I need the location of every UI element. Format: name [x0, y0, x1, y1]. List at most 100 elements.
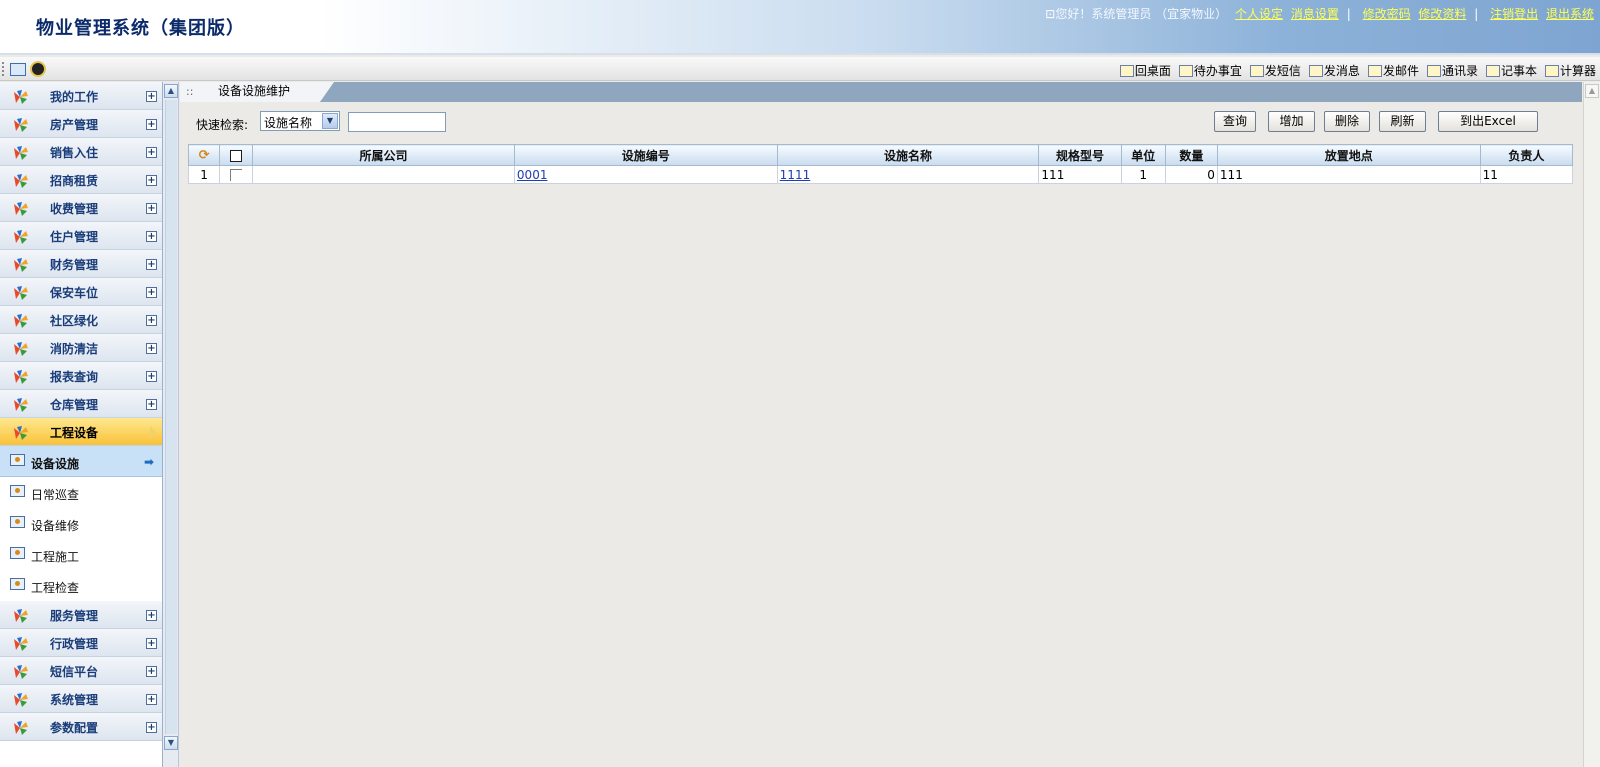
- tool-home[interactable]: 回桌面: [1119, 62, 1171, 79]
- sms-icon: [1249, 64, 1264, 77]
- user-icon: ⊡: [1045, 7, 1056, 21]
- plus-icon[interactable]: +: [146, 315, 157, 326]
- scroll-up-arrow-icon[interactable]: ▲: [164, 84, 178, 98]
- plus-icon[interactable]: +: [146, 610, 157, 621]
- refresh-button[interactable]: 刷新: [1379, 111, 1426, 132]
- add-button[interactable]: 增加: [1268, 111, 1315, 132]
- plus-icon[interactable]: +: [146, 231, 157, 242]
- plus-icon[interactable]: +: [146, 147, 157, 158]
- select-all-header[interactable]: [219, 144, 254, 166]
- tool-todo[interactable]: 待办事宜: [1178, 62, 1242, 79]
- col-unit[interactable]: 单位: [1120, 144, 1166, 166]
- plus-icon[interactable]: +: [146, 399, 157, 410]
- sidebar-sub-item[interactable]: 设备维修: [0, 508, 162, 539]
- sidebar-sub-item[interactable]: 工程施工: [0, 539, 162, 570]
- plus-icon[interactable]: +: [146, 119, 157, 130]
- cell-company: [252, 165, 515, 184]
- search-row: 快速检索: 设施名称 ▼ 查询 增加 删除 刷新 到出Excel: [180, 111, 1582, 135]
- tab-equipment-maintenance[interactable]: 设备设施维护: [180, 82, 335, 102]
- row-checkbox-cell[interactable]: [219, 165, 254, 184]
- search-field-select[interactable]: 设施名称 ▼: [260, 111, 340, 131]
- sidebar-menu-item[interactable]: 财务管理 +: [0, 250, 162, 278]
- message-settings-link[interactable]: 消息设置: [1291, 7, 1339, 21]
- sidebar-menu-item[interactable]: 收费管理 +: [0, 194, 162, 222]
- sidebar-menu-item[interactable]: 参数配置 +: [0, 713, 162, 741]
- col-qty[interactable]: 数量: [1164, 144, 1218, 166]
- tool-calculator[interactable]: 计算器: [1544, 62, 1596, 79]
- sidebar-menu-item[interactable]: 社区绿化 +: [0, 306, 162, 334]
- plus-icon[interactable]: +: [146, 91, 157, 102]
- table-row[interactable]: 1 0001 1111 111 1 0 111 11: [187, 165, 1574, 184]
- window-icon[interactable]: [10, 62, 26, 76]
- plus-icon[interactable]: +: [146, 371, 157, 382]
- tool-message[interactable]: 发消息: [1308, 62, 1360, 79]
- col-company[interactable]: 所属公司: [252, 144, 515, 166]
- sidebar-menu-item[interactable]: 行政管理 +: [0, 629, 162, 657]
- name-link[interactable]: 1111: [780, 168, 811, 182]
- tool-contacts[interactable]: 通讯录: [1426, 62, 1478, 79]
- tool-sms[interactable]: 发短信: [1249, 62, 1301, 79]
- select-all-checkbox[interactable]: [230, 149, 243, 162]
- delete-button[interactable]: 删除: [1324, 111, 1370, 132]
- code-link[interactable]: 0001: [517, 168, 548, 182]
- sidebar-menu-item[interactable]: 保安车位 +: [0, 278, 162, 306]
- col-spec[interactable]: 规格型号: [1038, 144, 1122, 166]
- sidebar-menu-item[interactable]: 消防清洁 +: [0, 334, 162, 362]
- sidebar-menu-item[interactable]: 系统管理 +: [0, 685, 162, 713]
- module-icon: [12, 397, 30, 413]
- logout-link[interactable]: 注销登出: [1490, 7, 1538, 21]
- sidebar-menu-item[interactable]: 服务管理 +: [0, 601, 162, 629]
- personal-settings-link[interactable]: 个人设定: [1235, 7, 1283, 21]
- col-name[interactable]: 设施名称: [776, 144, 1040, 166]
- tool-notepad[interactable]: 记事本: [1485, 62, 1537, 79]
- sidebar-sub-item[interactable]: 工程检查: [0, 570, 162, 601]
- refresh-column-header[interactable]: ⟳: [187, 144, 221, 166]
- sidebar-sub-item[interactable]: 日常巡查: [0, 477, 162, 508]
- col-code[interactable]: 设施编号: [513, 144, 778, 166]
- export-excel-button[interactable]: 到出Excel: [1438, 111, 1538, 132]
- sidebar-menu-item[interactable]: 报表查询 +: [0, 362, 162, 390]
- sidebar-menu-item[interactable]: 工程设备: [0, 418, 162, 446]
- cell-owner: 11: [1479, 165, 1574, 184]
- module-icon: [12, 608, 30, 624]
- tool-mail[interactable]: 发邮件: [1367, 62, 1419, 79]
- exit-system-link[interactable]: 退出系统: [1546, 7, 1594, 21]
- sidebar-scrollbar[interactable]: ▲ ▼: [163, 82, 179, 767]
- col-owner[interactable]: 负责人: [1479, 144, 1574, 166]
- plus-icon[interactable]: +: [146, 722, 157, 733]
- sidebar-menu-item[interactable]: 销售入住 +: [0, 138, 162, 166]
- search-input[interactable]: [348, 112, 446, 132]
- plus-icon[interactable]: +: [146, 175, 157, 186]
- edit-profile-link[interactable]: 修改资料: [1418, 7, 1466, 21]
- plus-icon[interactable]: +: [146, 203, 157, 214]
- plus-icon[interactable]: +: [146, 694, 157, 705]
- col-location[interactable]: 放置地点: [1216, 144, 1481, 166]
- query-button[interactable]: 查询: [1214, 111, 1256, 132]
- sub-item-label: 设备维修: [31, 519, 80, 533]
- refresh-icon[interactable]: ⟳: [197, 149, 212, 162]
- avatar-icon[interactable]: [30, 61, 46, 77]
- scroll-track[interactable]: [165, 100, 177, 734]
- row-checkbox[interactable]: [230, 169, 243, 181]
- plus-icon[interactable]: +: [146, 259, 157, 270]
- sidebar-menu-item[interactable]: 仓库管理 +: [0, 390, 162, 418]
- subpage-icon: [10, 454, 25, 466]
- sidebar-menu-item[interactable]: 短信平台 +: [0, 657, 162, 685]
- plus-icon[interactable]: +: [146, 343, 157, 354]
- sidebar-sub-item[interactable]: 设备设施 ➡: [0, 446, 162, 477]
- scroll-down-arrow-icon[interactable]: ▼: [164, 736, 178, 750]
- plus-icon[interactable]: +: [146, 666, 157, 677]
- sidebar-menu-item[interactable]: 我的工作 +: [0, 82, 162, 110]
- plus-icon[interactable]: +: [146, 638, 157, 649]
- sidebar-menu-item[interactable]: 住户管理 +: [0, 222, 162, 250]
- sidebar-menu-item[interactable]: 招商租赁 +: [0, 166, 162, 194]
- page-scrollbar[interactable]: ▲: [1583, 82, 1600, 767]
- menu-label: 收费管理: [50, 202, 99, 216]
- contacts-icon: [1426, 64, 1441, 77]
- chevron-down-icon[interactable]: ▼: [322, 113, 338, 129]
- app-title: 物业管理系统（集团版）: [36, 18, 245, 39]
- plus-icon[interactable]: +: [146, 287, 157, 298]
- scroll-up-arrow-icon[interactable]: ▲: [1585, 84, 1599, 98]
- change-password-link[interactable]: 修改密码: [1363, 7, 1411, 21]
- sidebar-menu-item[interactable]: 房产管理 +: [0, 110, 162, 138]
